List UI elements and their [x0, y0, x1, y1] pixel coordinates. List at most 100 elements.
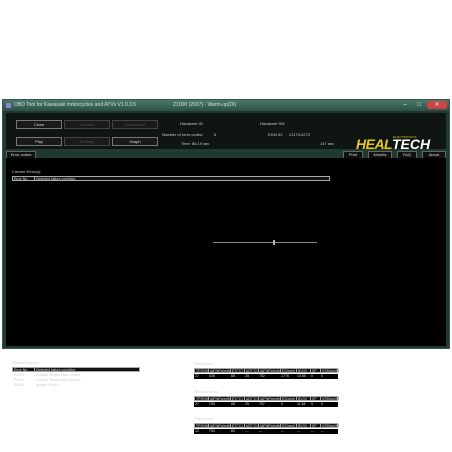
table-cell: 753 — [209, 429, 215, 433]
column-header: ET(°C) — [231, 369, 245, 372]
hardware-sn-label: Hardware SN: — [260, 121, 286, 126]
stored-error-desc: Coolant Temperature Sensor — [36, 378, 81, 382]
stored-errors-header: Error No. Detected failure condition — [12, 367, 140, 372]
table-cell: --- — [311, 429, 315, 433]
error-code: P0351 — [14, 383, 25, 387]
table-header: TPS(%) IAP(kPa/mHg) ET(°C) IAT(°C) IAP(kPa/m… — [194, 423, 339, 428]
column-header: VSS(km/h) — [322, 369, 339, 372]
table-cell: 0 — [281, 402, 283, 406]
column-header: IAT(°C) — [246, 397, 259, 400]
column-header: ET(°C) — [231, 424, 245, 427]
column-header: IAT(°C) — [246, 369, 259, 372]
table-cell: 68 — [231, 374, 235, 378]
column-error-no: Error No. — [13, 368, 35, 371]
connect-button[interactable]: Connect — [64, 120, 110, 129]
error-codes-panel: Current Error(s): Error No. Detected fai… — [6, 158, 446, 434]
close-window-icon[interactable]: ✕ — [427, 101, 447, 109]
table-row: 27 525 68 25 752 1776 13.65 0 0 — [194, 374, 338, 379]
column-header: SP — [311, 424, 321, 427]
table-header: TPS(%) IAP(kPa/mHg) ET(°C) IAT(°C) IAP(kPa/m… — [194, 396, 339, 401]
table-cell: 68 — [231, 402, 235, 406]
column-header: ES(rpm) — [282, 424, 297, 427]
maximize-icon[interactable]: □ — [413, 101, 425, 109]
window-subtitle: Z1000 (2007) - Warm-up(DI) — [173, 102, 237, 108]
table-cell: 80 — [231, 429, 235, 433]
ecm-id-label: ECM ID: — [268, 132, 284, 137]
table-row: 12 753 80 --- --- --- --- --- --- — [194, 429, 338, 434]
time-slider[interactable] — [213, 240, 317, 245]
column-header: TPS(%) — [196, 369, 209, 372]
second-error-heading: Second Error: — [194, 389, 219, 394]
column-header: SP — [311, 397, 321, 400]
table-cell: 1776 — [281, 374, 289, 378]
column-error-no: Error No. — [13, 177, 35, 180]
column-header: TPS(%) — [196, 397, 209, 400]
error-code: P0115 — [14, 373, 24, 377]
column-header: BV(V) — [297, 397, 311, 400]
column-header: IAT(°C) — [246, 424, 259, 427]
column-header: IAP(kPa/mHg) — [210, 397, 231, 400]
stored-error-desc: Ignition Coil #1 — [36, 383, 60, 387]
table-cell: --- — [245, 429, 249, 433]
column-header: TPS(%) — [196, 424, 209, 427]
table-cell: 25 — [245, 402, 249, 406]
column-header: IAP(kPa/mHg) — [210, 424, 231, 427]
table-cell: 25 — [245, 374, 249, 378]
graph-button[interactable]: Graph — [112, 137, 158, 146]
table-cell: --- — [281, 429, 285, 433]
error-code: P0115 — [14, 378, 24, 382]
hardware-id-label: Hardware ID: — [180, 121, 204, 126]
third-error-heading: Third Error: — [194, 416, 215, 421]
column-header: BV(V) — [297, 424, 311, 427]
settings-button[interactable]: Settings — [64, 137, 110, 146]
app-window: OBD Tool for Kawasaki motorcycles and AT… — [2, 99, 450, 434]
close-button[interactable]: Close — [16, 120, 62, 129]
column-header: IAP(kPa/mHg) — [260, 369, 281, 372]
column-header: SP — [311, 369, 321, 372]
table-cell: 27 — [195, 374, 199, 378]
slider-thumb[interactable] — [273, 240, 276, 245]
table-cell: 12 — [195, 429, 199, 433]
column-header: IAP(kPa/mHg) — [210, 369, 231, 372]
column-header: IAP(kPa/mHg) — [260, 397, 281, 400]
table-cell: --- — [259, 429, 263, 433]
table-cell: 525 — [209, 374, 215, 378]
disconnect-button[interactable]: Disconnect — [112, 120, 158, 129]
table-row: 27 753 68 25 757 0 11.64 0 0 — [194, 402, 338, 407]
column-header: BV(V) — [297, 369, 311, 372]
time-label: Time: 86.19 sec — [181, 141, 210, 146]
column-condition: Detected failure condition — [36, 368, 76, 371]
column-header: ES(rpm) — [282, 397, 297, 400]
table-cell: 757 — [259, 402, 265, 406]
logo-heal: HEAL — [356, 136, 393, 152]
table-cell: 11.64 — [297, 402, 306, 406]
table-cell: 0 — [311, 402, 313, 406]
table-cell: --- — [297, 429, 301, 433]
table-cell: 753 — [209, 402, 215, 406]
column-header: IAP(kPa/mHg) — [260, 424, 281, 427]
play-button[interactable]: Play — [16, 137, 62, 146]
table-cell: 752 — [259, 374, 265, 378]
window-title: OBD Tool for Kawasaki motorcycles and AT… — [14, 102, 137, 108]
time-end-label: 147 sec — [320, 141, 335, 146]
minimize-icon[interactable]: ‒ — [399, 101, 411, 109]
stored-error-desc: Coolant Temperature Sensor — [36, 373, 81, 377]
current-errors-header: Error No. Detected failure condition — [12, 176, 330, 181]
error-count-label: Number of error codes: — [162, 132, 204, 137]
error-count-value: 6 — [214, 132, 217, 137]
table-cell: --- — [321, 429, 325, 433]
toolbar: Close Connect Disconnect Play Settings G… — [6, 113, 446, 152]
column-condition: Detected failure condition — [36, 177, 76, 180]
logo-electronics: ELECTRONICS — [393, 135, 417, 139]
stored-error-row[interactable]: P0115 — [14, 378, 24, 382]
table-header: TPS(%) IAP(kPa/mHg) ET(°C) IAT(°C) IAP(kPa/m… — [194, 368, 339, 373]
table-cell: 0 — [321, 402, 323, 406]
table-cell: 0 — [321, 374, 323, 378]
stored-errors-heading: Stored Error(s): — [12, 360, 40, 365]
first-error-heading: First Error: — [194, 361, 213, 366]
column-header: ET(°C) — [231, 397, 245, 400]
column-header: VSS(km/h) — [322, 397, 339, 400]
stored-error-row[interactable]: P0351 — [14, 383, 24, 387]
stored-error-row[interactable]: P0115 — [14, 373, 24, 377]
table-cell: 27 — [195, 402, 199, 406]
